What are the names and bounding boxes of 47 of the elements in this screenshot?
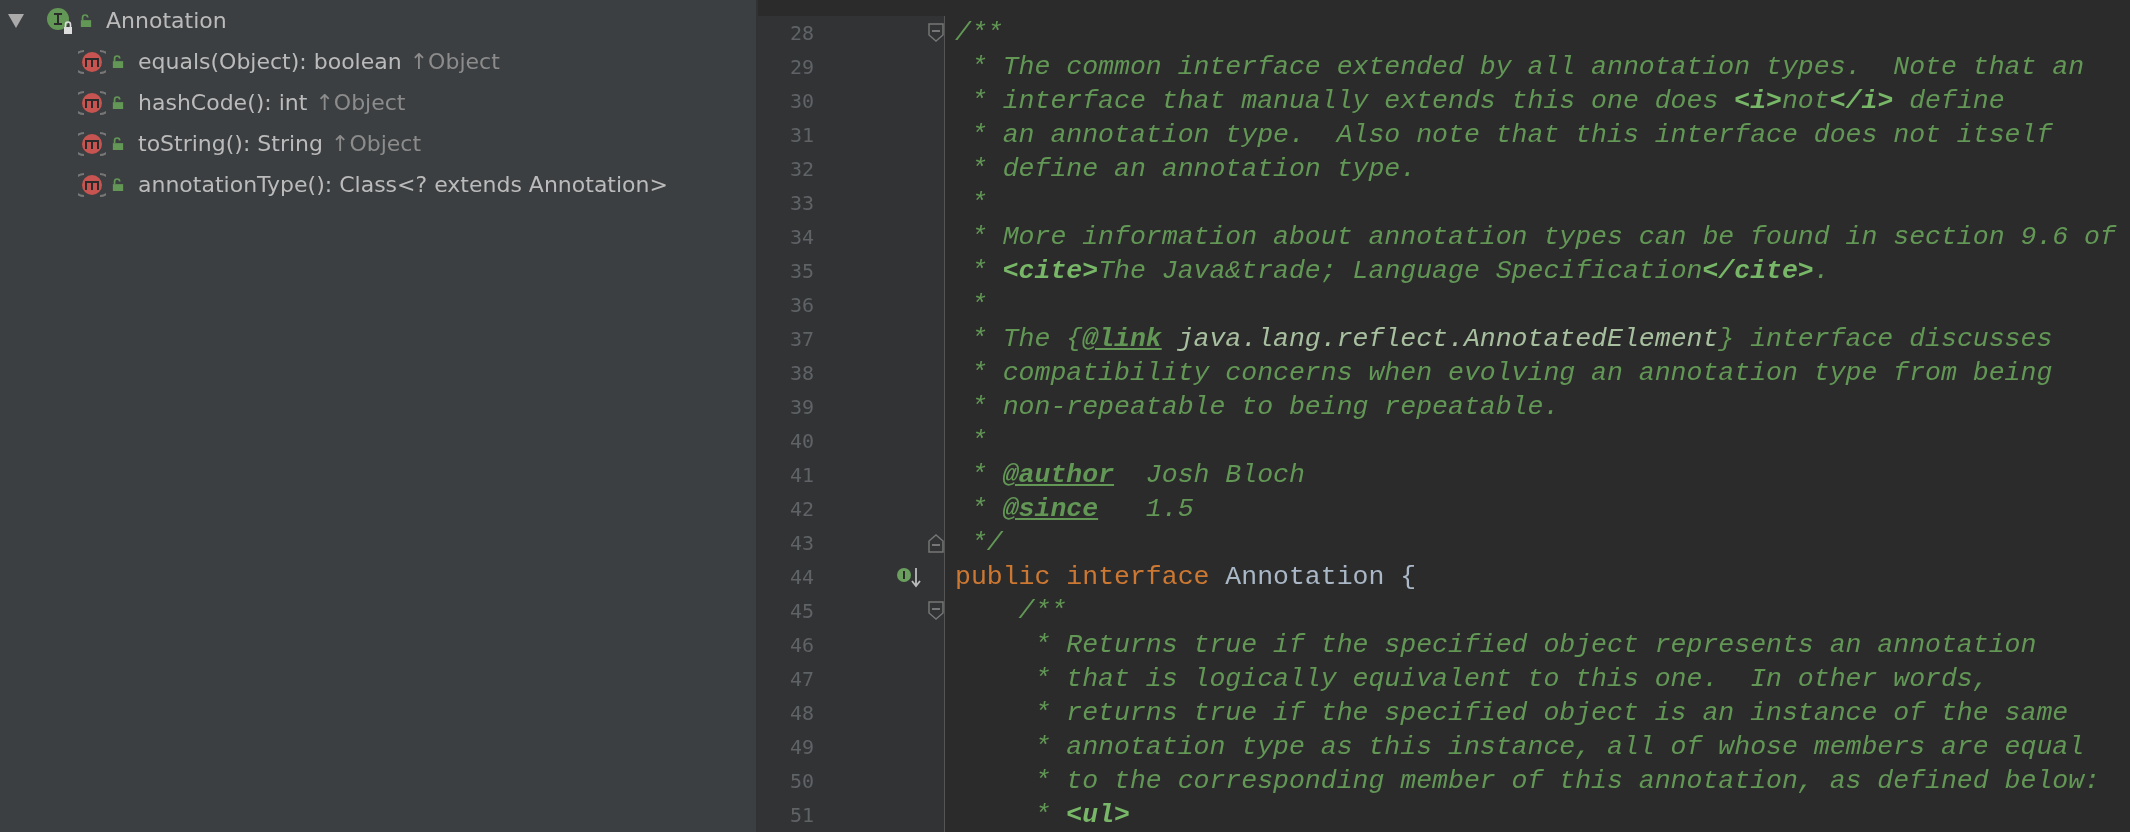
- code-line: * returns true if the specified object is an instance of the same: [1033, 697, 2069, 730]
- code-line: * define an annotation type.: [969, 153, 1417, 186]
- lock-icon: [80, 13, 92, 28]
- tree-item-label[interactable]: equals(Object): boolean: [138, 49, 402, 74]
- inherited-from-label: ↑Object: [409, 49, 500, 74]
- lock-icon: [112, 136, 124, 151]
- code-line: *: [969, 425, 987, 458]
- method-icon: [78, 88, 106, 117]
- method-icon: [78, 129, 106, 158]
- code-line: /**: [955, 17, 1003, 50]
- code-line: */: [969, 527, 1003, 560]
- code-line: * @since 1.5: [969, 493, 1194, 526]
- code-line: * @author Josh Bloch: [969, 459, 1305, 492]
- fold-icon[interactable]: [928, 23, 944, 43]
- fold-icon[interactable]: [928, 601, 944, 621]
- code-line: * interface that manually extends this one does <i>not</i> define: [969, 85, 2005, 118]
- inherited-from-label: ↑Object: [331, 131, 422, 156]
- interface-icon: [46, 6, 74, 35]
- code-line: * <cite>The Java&trade; Language Specification</cite>.: [969, 255, 1830, 288]
- code-line: *: [969, 289, 987, 322]
- expand-arrow-icon[interactable]: [8, 13, 24, 28]
- code-line: * Returns true if the specified object represents an annotation: [1033, 629, 2037, 662]
- code-line: * annotation type as this instance, all of whose members are equal: [1033, 731, 2085, 764]
- lock-icon: [112, 177, 124, 192]
- code-line: *: [969, 187, 987, 220]
- lock-icon: [112, 54, 124, 69]
- tree-item-label[interactable]: toString(): String: [138, 131, 323, 156]
- code-line: * <ul>: [1033, 799, 1130, 832]
- fold-icon[interactable]: [928, 533, 944, 553]
- method-icon: [78, 47, 106, 76]
- code-line: * compatibility concerns when evolving an annotation type from being: [969, 357, 2053, 390]
- code-line: * to the corresponding member of this annotation, as defined below:: [1033, 765, 2100, 798]
- code-line: * non-repeatable to being repeatable.: [969, 391, 1560, 424]
- code-line: * that is logically equivalent to this one. In other words,: [1033, 663, 1989, 696]
- implemented-marker-icon[interactable]: [896, 566, 922, 588]
- inherited-from-label: ↑Object: [315, 90, 406, 115]
- method-icon: [78, 170, 106, 199]
- code-line: /**: [1017, 595, 1067, 628]
- tree-item-label[interactable]: hashCode(): int: [138, 90, 308, 115]
- tree-item-label[interactable]: annotationType(): Class<? extends Annotation>: [138, 172, 668, 197]
- code-line: * More information about annotation types can be found in section 9.6 of: [969, 221, 2116, 254]
- code-line: * The {@link java.lang.reflect.AnnotatedElement} interface discusses: [969, 323, 2053, 356]
- code-line: public interface Annotation {: [955, 561, 1417, 594]
- code-line: * The common interface extended by all annotation types. Note that an: [969, 51, 2085, 84]
- tree-item-label[interactable]: Annotation: [106, 8, 227, 33]
- code-line: * an annotation type. Also note that this interface does not itself: [969, 119, 2053, 152]
- lock-icon: [112, 95, 124, 110]
